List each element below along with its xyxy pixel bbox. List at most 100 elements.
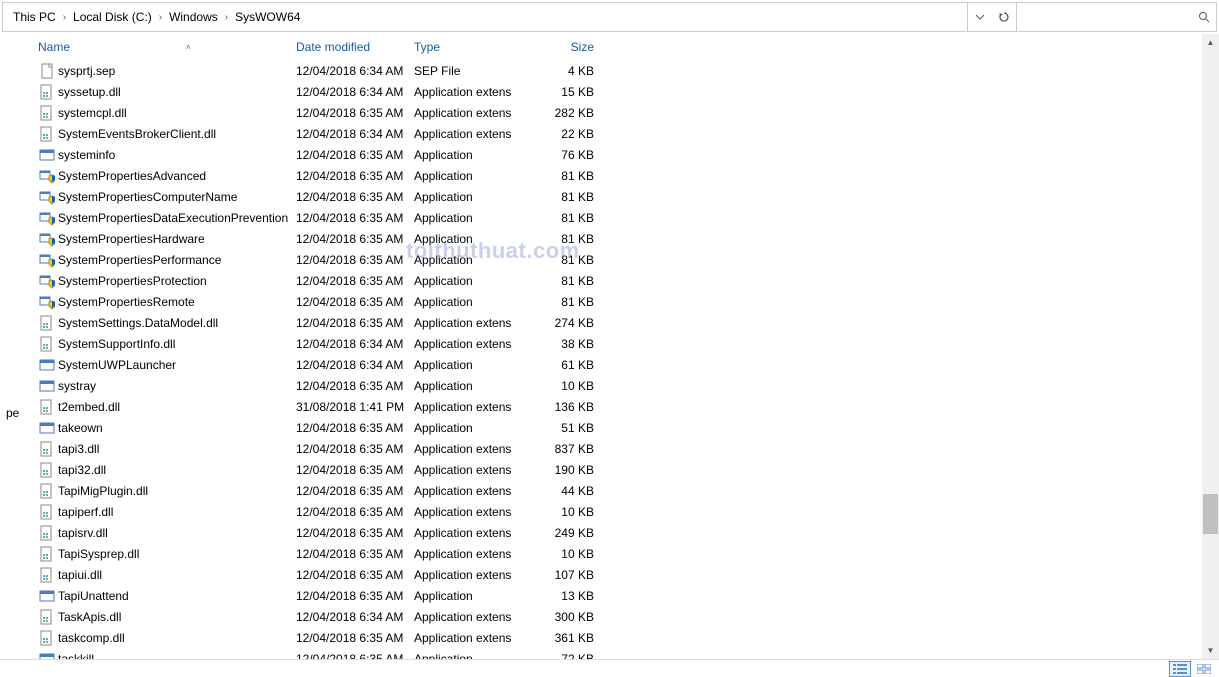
file-date: 12/04/2018 6:35 AM xyxy=(296,631,414,645)
file-size: 81 KB xyxy=(536,169,604,183)
file-row[interactable]: taskcomp.dll 12/04/2018 6:35 AMApplicatio… xyxy=(18,627,1202,648)
scroll-thumb[interactable] xyxy=(1203,494,1218,534)
crumb-this-pc[interactable]: This PC xyxy=(9,10,60,24)
scroll-up-button[interactable]: ▲ xyxy=(1202,34,1219,51)
file-name: systemcpl.dll xyxy=(58,106,127,120)
file-rows: sysprtj.sep12/04/2018 6:34 AMSEP File4 K… xyxy=(18,60,1202,659)
scroll-down-button[interactable]: ▼ xyxy=(1202,642,1219,659)
file-size: 76 KB xyxy=(536,148,604,162)
file-type: Application extens xyxy=(414,463,536,477)
file-type: Application xyxy=(414,169,536,183)
file-row[interactable]: SystemUWPLauncher12/04/2018 6:34 AMAppli… xyxy=(18,354,1202,375)
file-row[interactable]: tapisrv.dll12/04/2018 6:35 AMApplication… xyxy=(18,522,1202,543)
file-name: taskkill xyxy=(58,652,94,660)
file-row[interactable]: TaskApis.dll12/04/2018 6:34 AMApplicatio… xyxy=(18,606,1202,627)
file-size: 81 KB xyxy=(536,190,604,204)
file-row[interactable]: TapiUnattend12/04/2018 6:35 AMApplicatio… xyxy=(18,585,1202,606)
crumb-drive[interactable]: Local Disk (C:) xyxy=(69,10,156,24)
file-icon xyxy=(38,630,56,646)
file-size: 274 KB xyxy=(536,316,604,330)
file-row[interactable]: SystemPropertiesProtection12/04/2018 6:3… xyxy=(18,270,1202,291)
file-type: Application extens xyxy=(414,505,536,519)
file-name: SystemSettings.DataModel.dll xyxy=(58,316,218,330)
file-row[interactable]: SystemEventsBrokerClient.dll12/04/2018 6… xyxy=(18,123,1202,144)
file-date: 12/04/2018 6:35 AM xyxy=(296,526,414,540)
file-date: 31/08/2018 1:41 PM xyxy=(296,400,414,414)
search-icon[interactable] xyxy=(1198,11,1210,23)
file-name: takeown xyxy=(58,421,103,435)
file-date: 12/04/2018 6:35 AM xyxy=(296,484,414,498)
file-row[interactable]: tapi32.dll12/04/2018 6:35 AMApplication … xyxy=(18,459,1202,480)
refresh-button[interactable] xyxy=(992,3,1016,31)
status-bar xyxy=(0,659,1219,677)
file-row[interactable]: SystemPropertiesHardware12/04/2018 6:35 … xyxy=(18,228,1202,249)
file-date: 12/04/2018 6:35 AM xyxy=(296,421,414,435)
file-row[interactable]: SystemPropertiesDataExecutionPrevention1… xyxy=(18,207,1202,228)
file-icon xyxy=(38,378,56,394)
column-header-type[interactable]: Type xyxy=(414,40,536,54)
vertical-scrollbar[interactable]: ▲ ▼ xyxy=(1202,34,1219,659)
chevron-right-icon[interactable]: › xyxy=(60,12,69,23)
file-name: SystemPropertiesPerformance xyxy=(58,253,221,267)
file-row[interactable]: SystemPropertiesComputerName12/04/2018 6… xyxy=(18,186,1202,207)
file-type: Application extens xyxy=(414,127,536,141)
history-dropdown-button[interactable] xyxy=(968,3,992,31)
file-row[interactable]: t2embed.dll 31/08/2018 1:41 PMApplication… xyxy=(18,396,1202,417)
column-header-size[interactable]: Size xyxy=(536,40,604,54)
chevron-right-icon[interactable]: › xyxy=(222,12,231,23)
breadcrumb-bar[interactable]: This PC › Local Disk (C:) › Windows › Sy… xyxy=(3,3,968,31)
file-row[interactable]: SystemPropertiesRemote12/04/2018 6:35 AM… xyxy=(18,291,1202,312)
file-list-pane[interactable]: Name ˄ Date modified Type Size sysprtj.s… xyxy=(18,34,1202,659)
file-row[interactable]: SystemPropertiesPerformance 12/04/2018 6:… xyxy=(18,249,1202,270)
file-type: Application extens xyxy=(414,85,536,99)
file-row[interactable]: SystemSupportInfo.dll12/04/2018 6:34 AMA… xyxy=(18,333,1202,354)
file-row[interactable]: SystemSettings.DataModel.dll12/04/2018 6… xyxy=(18,312,1202,333)
file-type: Application xyxy=(414,274,536,288)
details-view-button[interactable] xyxy=(1169,661,1191,677)
file-row[interactable]: tapiperf.dll12/04/2018 6:35 AMApplicatio… xyxy=(18,501,1202,522)
file-name: taskcomp.dll xyxy=(58,631,125,645)
file-date: 12/04/2018 6:35 AM xyxy=(296,379,414,393)
file-row[interactable]: TapiSysprep.dll12/04/2018 6:35 AMApplica… xyxy=(18,543,1202,564)
crumb-windows[interactable]: Windows xyxy=(165,10,222,24)
file-icon xyxy=(38,357,56,373)
file-name: tapisrv.dll xyxy=(58,526,108,540)
large-icons-view-button[interactable] xyxy=(1193,661,1215,677)
file-type: Application extens xyxy=(414,568,536,582)
file-type: Application extens xyxy=(414,631,536,645)
file-row[interactable]: sysprtj.sep12/04/2018 6:34 AMSEP File4 K… xyxy=(18,60,1202,81)
file-icon xyxy=(38,294,56,310)
file-row[interactable]: SystemPropertiesAdvanced12/04/2018 6:35 … xyxy=(18,165,1202,186)
file-row[interactable]: tapi3.dll12/04/2018 6:35 AMApplication e… xyxy=(18,438,1202,459)
file-row[interactable]: systemcpl.dll12/04/2018 6:35 AMApplicati… xyxy=(18,102,1202,123)
search-input[interactable] xyxy=(1023,10,1198,24)
file-icon xyxy=(38,588,56,604)
file-date: 12/04/2018 6:34 AM xyxy=(296,64,414,78)
file-name: sysprtj.sep xyxy=(58,64,115,78)
file-row[interactable]: taskkill12/04/2018 6:35 AMApplication72 … xyxy=(18,648,1202,659)
file-icon xyxy=(38,336,56,352)
file-icon xyxy=(38,420,56,436)
file-name: systeminfo xyxy=(58,148,115,162)
file-type: Application xyxy=(414,253,536,267)
file-type: Application extens xyxy=(414,400,536,414)
file-row[interactable]: syssetup.dll12/04/2018 6:34 AMApplicatio… xyxy=(18,81,1202,102)
file-date: 12/04/2018 6:35 AM xyxy=(296,190,414,204)
file-size: 81 KB xyxy=(536,295,604,309)
file-row[interactable]: tapiui.dll12/04/2018 6:35 AMApplication … xyxy=(18,564,1202,585)
column-header-name[interactable]: Name ˄ xyxy=(38,40,296,54)
file-name: SystemPropertiesHardware xyxy=(58,232,205,246)
file-row[interactable]: takeown12/04/2018 6:35 AMApplication51 K… xyxy=(18,417,1202,438)
file-name: t2embed.dll xyxy=(58,400,120,414)
file-icon xyxy=(38,147,56,163)
file-row[interactable]: TapiMigPlugin.dll12/04/2018 6:35 AMAppli… xyxy=(18,480,1202,501)
file-row[interactable]: systray12/04/2018 6:35 AMApplication10 K… xyxy=(18,375,1202,396)
crumb-syswow64[interactable]: SysWOW64 xyxy=(231,10,304,24)
file-date: 12/04/2018 6:35 AM xyxy=(296,253,414,267)
file-row[interactable]: systeminfo12/04/2018 6:35 AMApplication7… xyxy=(18,144,1202,165)
chevron-right-icon[interactable]: › xyxy=(156,12,165,23)
file-name: SystemPropertiesDataExecutionPrevention xyxy=(58,211,288,225)
file-size: 282 KB xyxy=(536,106,604,120)
column-header-date[interactable]: Date modified xyxy=(296,40,414,54)
search-box[interactable] xyxy=(1016,3,1216,31)
